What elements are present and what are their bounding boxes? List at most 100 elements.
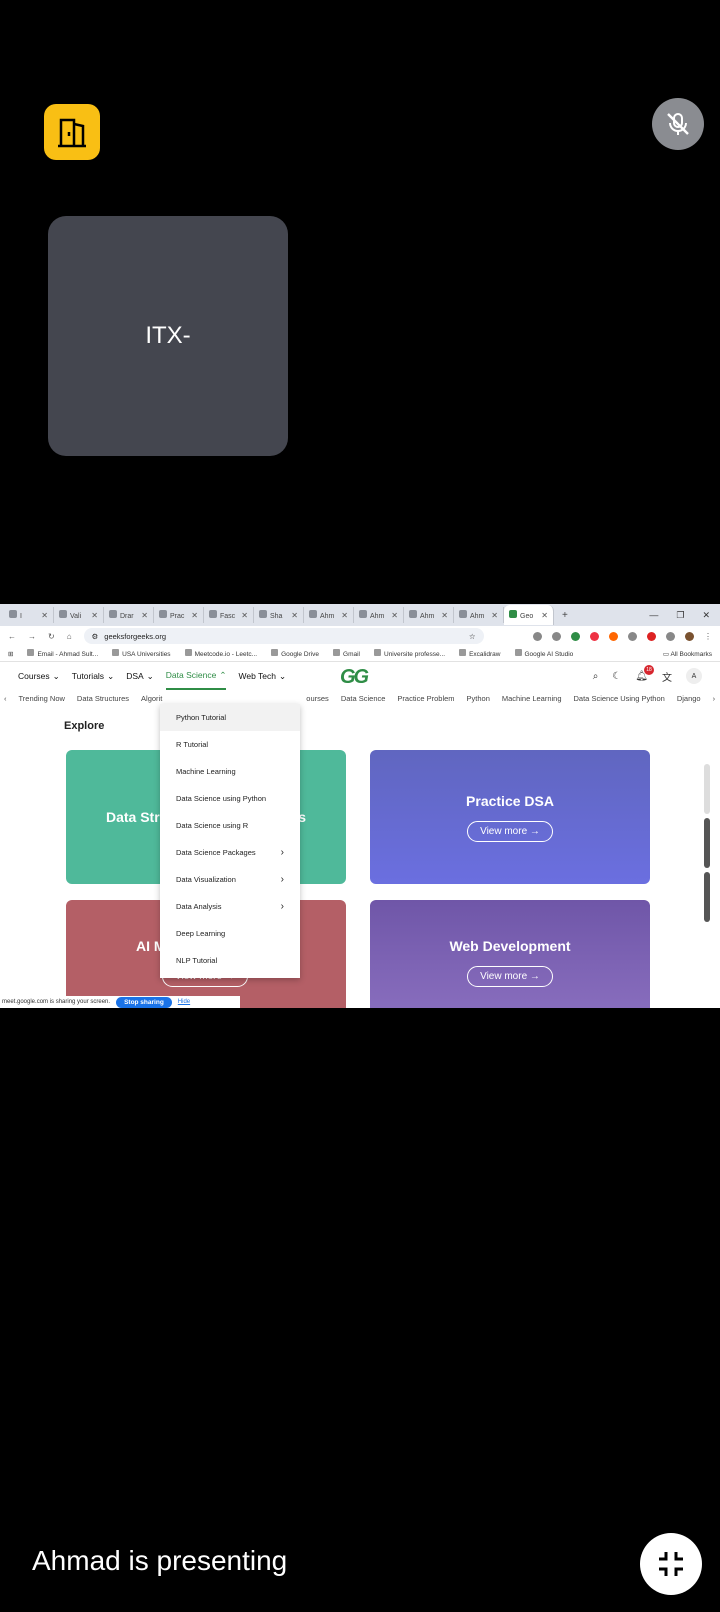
nav-tutorials[interactable]: Tutorials ⌄ — [72, 671, 114, 682]
trending-item[interactable]: Trending Now — [19, 694, 65, 703]
dropdown-item[interactable]: Data Science using Python — [160, 785, 300, 812]
extension-icon[interactable] — [533, 631, 542, 641]
mic-muted-button[interactable] — [652, 98, 704, 150]
browser-tab[interactable]: Ahm ✕ — [304, 607, 354, 623]
site-info-icon[interactable]: ⚙ — [92, 632, 99, 641]
extension-icon[interactable] — [647, 631, 656, 641]
trending-item[interactable]: Data Science Using Python — [574, 694, 665, 703]
close-tab-icon[interactable]: ✕ — [441, 611, 448, 620]
avatar[interactable]: A — [686, 668, 702, 684]
close-tab-icon[interactable]: ✕ — [491, 611, 498, 620]
url-field[interactable]: ⚙ geeksforgeeks.org ☆ — [83, 628, 484, 644]
nav-web-tech[interactable]: Web Tech ⌄ — [238, 671, 286, 682]
menu-dots-icon[interactable]: ⋮ — [704, 632, 712, 641]
dropdown-item[interactable]: Deep Learning — [160, 920, 300, 947]
profile-avatar[interactable] — [685, 631, 694, 641]
bookmark-item[interactable]: Google AI Studio — [514, 649, 573, 658]
bookmark-star-icon[interactable]: ☆ — [469, 632, 476, 641]
dropdown-item[interactable]: Data Science using R — [160, 812, 300, 839]
dropdown-item[interactable]: R Tutorial — [160, 731, 300, 758]
browser-tab-active[interactable]: Geo ✕ — [504, 605, 554, 625]
card-practice-dsa[interactable]: Practice DSA View more → — [370, 750, 650, 884]
dropdown-item[interactable]: Python Tutorial — [160, 704, 300, 731]
browser-tab[interactable]: Ahm ✕ — [404, 607, 454, 623]
bookmark-item[interactable]: Google Drive — [271, 649, 319, 658]
home-icon[interactable]: ⌂ — [67, 632, 72, 641]
browser-tab[interactable]: Prac ✕ — [154, 607, 204, 623]
trending-item[interactable]: Django — [677, 694, 701, 703]
close-window-icon[interactable]: ✕ — [702, 610, 710, 621]
close-tab-icon[interactable]: ✕ — [41, 611, 48, 620]
extension-icon[interactable] — [571, 631, 580, 641]
participant-tile[interactable]: ITX- — [48, 216, 288, 456]
bookmark-item[interactable]: Universite professe... — [374, 649, 445, 658]
nav-data-science[interactable]: Data Science ⌃ — [165, 662, 227, 690]
close-tab-icon[interactable]: ✕ — [391, 611, 398, 620]
browser-tab[interactable]: Vali ✕ — [54, 607, 104, 623]
leave-call-button[interactable] — [44, 104, 100, 160]
close-tab-icon[interactable]: ✕ — [291, 611, 298, 620]
chevron-left-icon[interactable]: ‹ — [4, 694, 7, 703]
dropdown-item[interactable]: Data Science Packages › — [160, 839, 300, 866]
minimize-icon[interactable]: — — [649, 610, 658, 621]
nav-courses[interactable]: Courses ⌄ — [18, 671, 60, 682]
extension-icon[interactable] — [628, 631, 637, 641]
notification-button[interactable]: 🔔︎ 18 — [635, 664, 654, 682]
exit-fullscreen-button[interactable] — [640, 1533, 702, 1595]
forward-icon[interactable]: → — [28, 632, 36, 641]
dark-mode-icon[interactable]: ☾ — [612, 671, 621, 682]
bookmark-item[interactable]: Email - Ahmad Sult... — [27, 649, 98, 658]
reload-icon[interactable]: ↻ — [48, 632, 55, 641]
bookmark-item[interactable]: Gmail — [333, 649, 360, 658]
hide-link[interactable]: Hide — [178, 999, 190, 1005]
close-tab-icon[interactable]: ✕ — [541, 611, 548, 620]
stop-sharing-button[interactable]: Stop sharing — [116, 996, 172, 1008]
trending-item[interactable]: Practice Problem — [397, 694, 454, 703]
trending-item[interactable]: Machine Learning — [502, 694, 562, 703]
extension-icon[interactable] — [552, 631, 561, 641]
browser-tab[interactable]: Ahm ✕ — [454, 607, 504, 623]
browser-tab[interactable]: Ahm ✕ — [354, 607, 404, 623]
dropdown-item[interactable]: Machine Learning — [160, 758, 300, 785]
close-tab-icon[interactable]: ✕ — [141, 611, 148, 620]
dropdown-item[interactable]: NLP Tutorial — [160, 947, 300, 974]
close-tab-icon[interactable]: ✕ — [241, 611, 248, 620]
chevron-right-icon[interactable]: › — [713, 694, 716, 703]
page-scrollbar[interactable] — [704, 764, 710, 934]
close-tab-icon[interactable]: ✕ — [91, 611, 98, 620]
dropdown-item[interactable]: Data Visualization › — [160, 866, 300, 893]
trending-item[interactable]: Python — [467, 694, 490, 703]
back-icon[interactable]: ← — [8, 632, 16, 641]
search-icon[interactable]: ⌕ — [593, 671, 599, 682]
shared-screen: I ✕ Vali ✕ Drar ✕ Prac ✕ Fasc ✕ Sha ✕ Ahm ✕ Ahm… — [0, 604, 720, 1008]
extension-icon[interactable] — [590, 631, 599, 641]
extension-icon[interactable] — [609, 631, 618, 641]
browser-tab[interactable]: Fasc ✕ — [204, 607, 254, 623]
restore-icon[interactable]: ❐ — [676, 610, 684, 621]
puzzle-icon[interactable] — [666, 631, 675, 641]
new-tab-icon[interactable]: + — [562, 610, 568, 621]
apps-grid-icon[interactable]: ⊞ — [8, 650, 13, 658]
view-more-button[interactable]: View more → — [467, 820, 553, 842]
trending-item[interactable]: ourses — [306, 694, 329, 703]
browser-tab[interactable]: I ✕ — [4, 607, 54, 623]
bookmark-item[interactable]: Excalidraw — [459, 649, 501, 658]
trending-item[interactable]: Algorit — [141, 694, 162, 703]
view-more-button[interactable]: View more → — [467, 966, 553, 987]
bookmark-item[interactable]: Meetcode.io - Leetc... — [184, 649, 257, 658]
bookmark-item[interactable]: USA Universities — [112, 649, 171, 658]
tab-favicon-icon — [209, 610, 217, 618]
close-tab-icon[interactable]: ✕ — [341, 611, 348, 620]
trending-item[interactable]: Data Structures — [77, 694, 129, 703]
dropdown-item[interactable]: Data Analysis › — [160, 893, 300, 920]
browser-tab[interactable]: Sha ✕ — [254, 607, 304, 623]
close-tab-icon[interactable]: ✕ — [191, 611, 198, 620]
browser-tab[interactable]: Drar ✕ — [104, 607, 154, 623]
chevron-down-icon: ⌄ — [52, 670, 60, 681]
nav-dsa[interactable]: DSA ⌄ — [126, 671, 154, 682]
gfg-logo[interactable]: GG — [340, 666, 369, 689]
trending-item[interactable]: Data Science — [341, 694, 386, 703]
translate-icon[interactable]: 文 — [662, 669, 672, 684]
card-web-development[interactable]: Web Development View more → — [370, 900, 650, 1008]
all-bookmarks-button[interactable]: ▭ All Bookmarks — [663, 650, 712, 658]
